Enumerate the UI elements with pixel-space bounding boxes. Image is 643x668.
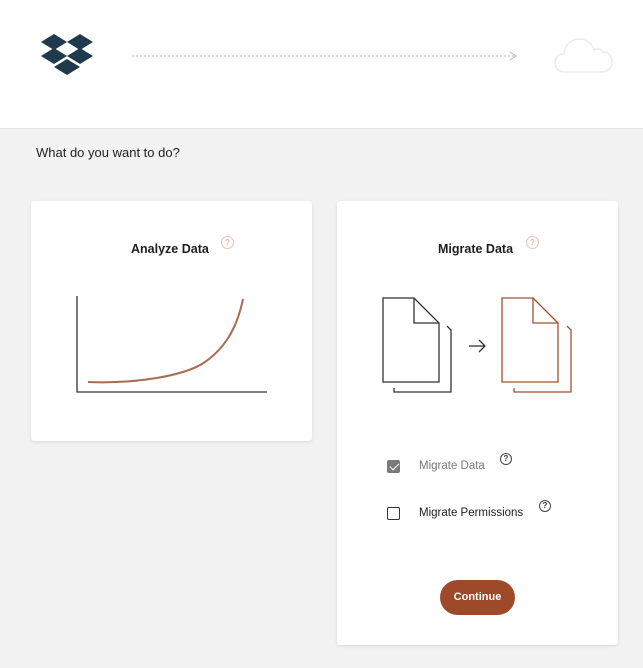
question-circle-icon[interactable]: ? (526, 236, 539, 249)
migrate-data-checkbox[interactable] (387, 459, 400, 473)
migrate-data-title: Migrate Data (438, 242, 514, 256)
analyze-data-card[interactable]: Analyze Data ? (31, 201, 312, 441)
header (0, 0, 643, 129)
growth-curve-chart-icon (76, 296, 267, 393)
migrate-data-label: Migrate Data (419, 460, 485, 472)
migrate-data-card: Migrate Data ? Migrate Data ? Migrate Pe… (337, 201, 618, 645)
question-circle-icon[interactable]: ? (539, 500, 551, 512)
dropbox-logo-icon (41, 34, 93, 75)
question-circle-icon[interactable]: ? (221, 236, 234, 249)
document-transfer-icon (382, 297, 572, 393)
question-circle-icon[interactable]: ? (500, 453, 512, 465)
continue-button[interactable]: Continue (440, 580, 515, 615)
cloud-icon (554, 38, 613, 73)
migrate-permissions-checkbox[interactable] (387, 506, 400, 520)
dotted-arrow-icon (132, 51, 517, 61)
analyze-data-title: Analyze Data (131, 242, 209, 256)
migrate-permissions-label: Migrate Permissions (419, 507, 524, 519)
page-prompt: What do you want to do? (36, 145, 180, 160)
migrate-data-option[interactable]: Migrate Data (387, 457, 485, 475)
migrate-permissions-option[interactable]: Migrate Permissions (387, 504, 523, 522)
